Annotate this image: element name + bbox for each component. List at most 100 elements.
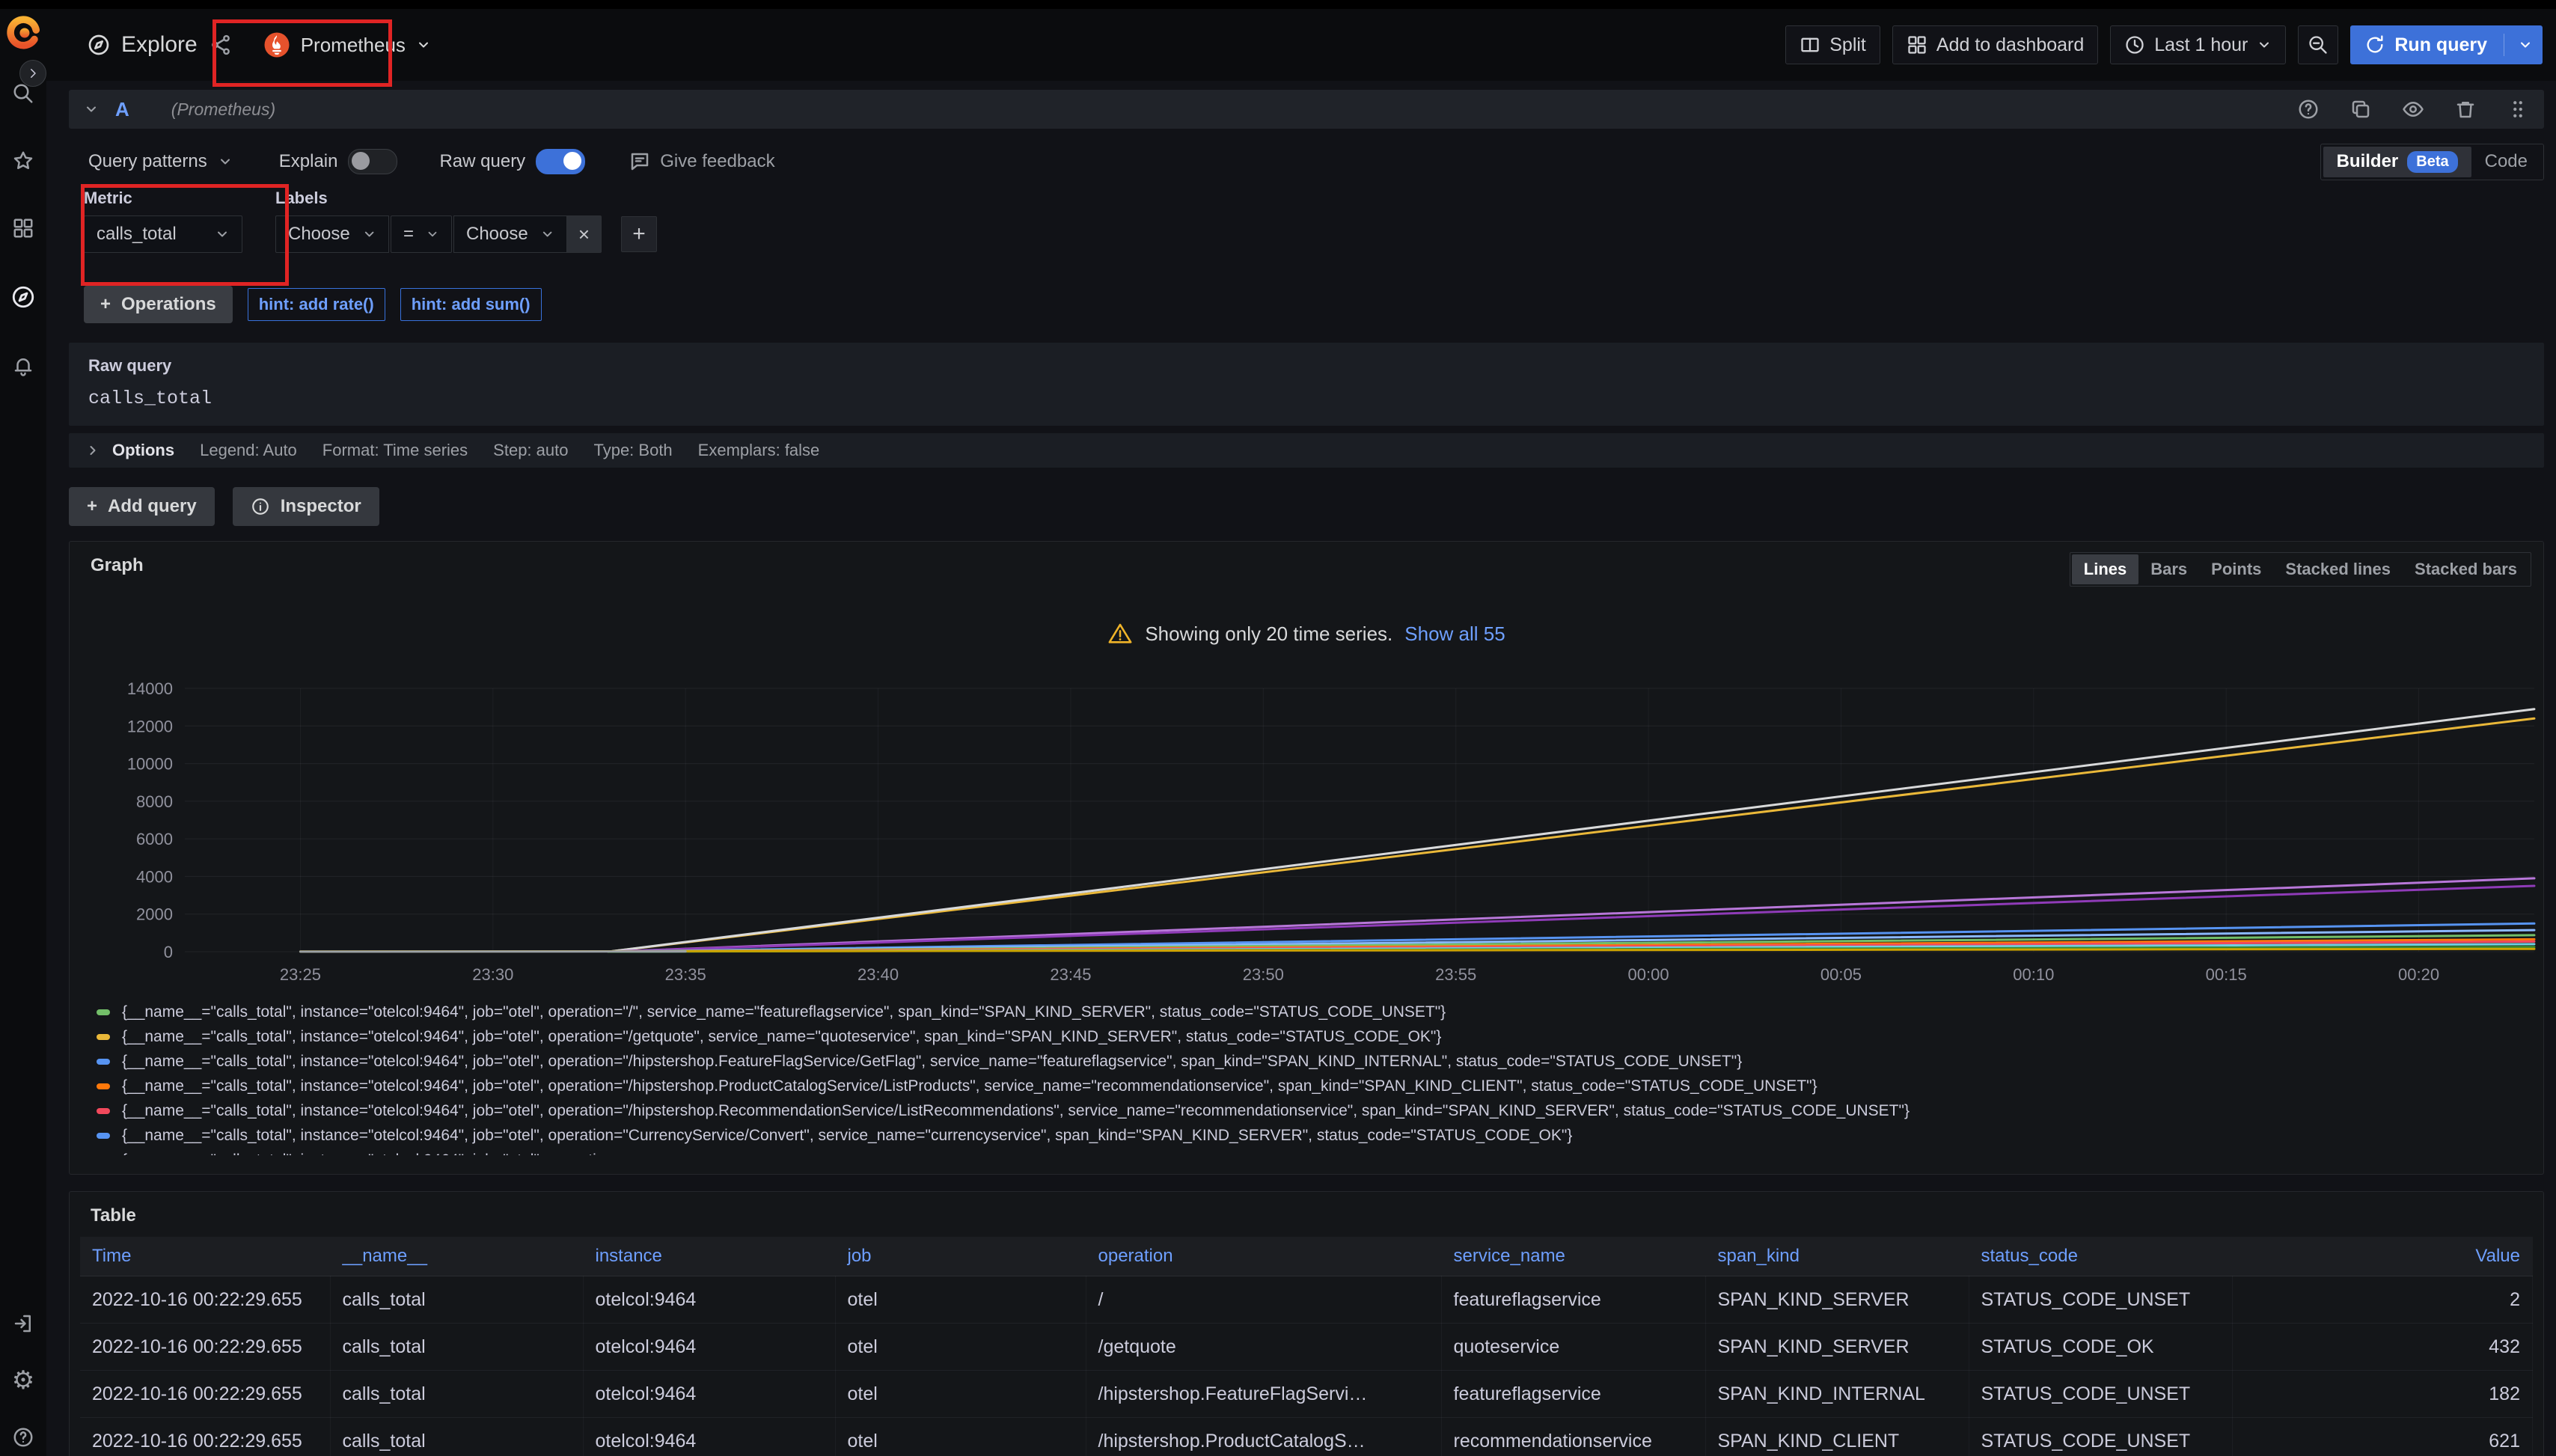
graph-mode-points[interactable]: Points <box>2199 554 2273 584</box>
query-row-header[interactable]: A (Prometheus) <box>69 90 2544 129</box>
label-key-select[interactable]: Choose <box>275 215 389 253</box>
table-cell: otelcol:9464 <box>583 1371 835 1418</box>
legend-item[interactable]: {__name__="calls_total", instance="otelc… <box>97 1074 2528 1098</box>
table-row[interactable]: 2022-10-16 00:22:29.655calls_totalotelco… <box>80 1276 2533 1324</box>
add-operation-button[interactable]: + Operations <box>84 286 233 323</box>
sidebar-apps-icon[interactable] <box>12 217 34 239</box>
run-query-label: Run query <box>2394 34 2487 56</box>
raw-query-label: Raw query <box>88 356 2525 376</box>
table-cell: /getquote <box>1086 1324 1441 1371</box>
sidebar-star-icon[interactable] <box>12 150 34 172</box>
table-header-row: Time__name__instancejoboperationservice_… <box>80 1237 2533 1276</box>
legend-item-clipped[interactable]: {__name__="calls_total", instance="otelc… <box>97 1148 2528 1155</box>
column-header-operation[interactable]: operation <box>1086 1237 1441 1276</box>
column-header-value[interactable]: Value <box>2232 1237 2533 1276</box>
inspector-label: Inspector <box>281 496 361 517</box>
add-query-label: Add query <box>108 496 197 517</box>
graph-mode-stacked-lines[interactable]: Stacked lines <box>2273 554 2403 584</box>
legend-item[interactable]: {__name__="calls_total", instance="otelc… <box>97 1098 2528 1123</box>
label-operator-select[interactable]: = <box>391 215 452 253</box>
drag-handle-icon[interactable] <box>2507 98 2529 120</box>
share-icon[interactable] <box>210 34 232 56</box>
time-range-picker[interactable]: Last 1 hour <box>2110 25 2286 64</box>
zoom-out-time-button[interactable] <box>2298 25 2338 64</box>
chevron-down-icon[interactable] <box>2518 37 2533 52</box>
sidebar-signin-icon[interactable] <box>12 1312 34 1335</box>
chevron-down-icon <box>426 227 439 242</box>
graph-mode-bars[interactable]: Bars <box>2138 554 2199 584</box>
datasource-picker[interactable]: Prometheus <box>253 25 441 64</box>
svg-text:00:05: 00:05 <box>1820 965 1862 984</box>
hide-query-icon[interactable] <box>2402 98 2424 120</box>
give-feedback-button[interactable]: Give feedback <box>624 150 779 174</box>
labels-field: Labels Choose = Choose × + <box>275 189 657 253</box>
tab-code[interactable]: Code <box>2471 147 2541 177</box>
column-header-span-kind[interactable]: span_kind <box>1705 1237 1969 1276</box>
table-cell: otel <box>835 1371 1086 1418</box>
legend-item[interactable]: {__name__="calls_total", instance="otelc… <box>97 1000 2528 1024</box>
add-query-button[interactable]: + Add query <box>69 487 215 526</box>
sidebar-nav <box>0 82 46 377</box>
raw-query-toggle[interactable] <box>536 149 585 174</box>
table-cell: 621 <box>2232 1418 2533 1456</box>
inspector-button[interactable]: Inspector <box>233 487 379 526</box>
graph-mode-lines[interactable]: Lines <box>2072 554 2138 584</box>
time-series-chart[interactable]: 0200040006000800010000120001400023:2523:… <box>88 681 2542 989</box>
remove-label-filter-button[interactable]: × <box>567 215 602 253</box>
column-header-instance[interactable]: instance <box>583 1237 835 1276</box>
legend-series-label: {__name__="calls_total", instance="otelc… <box>122 1003 1446 1021</box>
query-patterns-dropdown[interactable]: Query patterns <box>84 150 237 173</box>
run-query-button[interactable]: Run query <box>2350 25 2543 64</box>
legend-item[interactable]: {__name__="calls_total", instance="otelc… <box>97 1024 2528 1049</box>
sidebar-bell-icon[interactable] <box>12 355 34 377</box>
query-help-icon[interactable] <box>2297 98 2320 120</box>
legend-item[interactable]: {__name__="calls_total", instance="otelc… <box>97 1123 2528 1148</box>
collapse-chevron-icon[interactable] <box>84 102 99 117</box>
table-cell: calls_total <box>330 1418 583 1456</box>
legend-swatch-icon <box>97 1009 110 1015</box>
duplicate-query-icon[interactable] <box>2349 98 2372 120</box>
table-row[interactable]: 2022-10-16 00:22:29.655calls_totalotelco… <box>80 1371 2533 1418</box>
query-options-row[interactable]: Options Legend: AutoFormat: Time seriesS… <box>69 433 2544 468</box>
query-hint-button[interactable]: hint: add rate() <box>248 288 385 321</box>
svg-text:10000: 10000 <box>127 755 173 774</box>
sidebar-help-icon[interactable] <box>12 1426 34 1449</box>
grafana-logo[interactable] <box>6 15 40 49</box>
prometheus-logo-icon <box>263 31 290 58</box>
svg-text:8000: 8000 <box>136 792 173 811</box>
add-label-filter-button[interactable]: + <box>621 216 657 252</box>
svg-text:00:15: 00:15 <box>2206 965 2247 984</box>
label-value-select[interactable]: Choose <box>453 215 567 253</box>
column-header-service-name[interactable]: service_name <box>1441 1237 1705 1276</box>
sidebar-compass-icon[interactable] <box>10 284 36 310</box>
table-cell: otel <box>835 1418 1086 1456</box>
table-row[interactable]: 2022-10-16 00:22:29.655calls_totalotelco… <box>80 1418 2533 1456</box>
table-cell: 2022-10-16 00:22:29.655 <box>80 1276 330 1324</box>
sidebar-gear-icon[interactable]: ⚙ <box>12 1368 34 1393</box>
legend-item[interactable]: {__name__="calls_total", instance="otelc… <box>97 1049 2528 1074</box>
svg-text:23:25: 23:25 <box>280 965 321 984</box>
query-hint-button[interactable]: hint: add sum() <box>400 288 542 321</box>
chevron-down-icon <box>540 227 554 242</box>
split-button[interactable]: Split <box>1785 25 1880 64</box>
sidebar-expand-button[interactable] <box>19 60 46 87</box>
table-cell: otel <box>835 1324 1086 1371</box>
tab-builder[interactable]: Builder Beta <box>2323 147 2471 177</box>
show-all-series-link[interactable]: Show all 55 <box>1404 623 1505 646</box>
explore-content: A (Prometheus) Query patterns Explain Ra… <box>46 81 2556 1456</box>
add-to-dashboard-button[interactable]: Add to dashboard <box>1892 25 2098 64</box>
column-header-time[interactable]: Time <box>80 1237 330 1276</box>
table-row[interactable]: 2022-10-16 00:22:29.655calls_totalotelco… <box>80 1324 2533 1371</box>
table-cell: calls_total <box>330 1276 583 1324</box>
metric-select[interactable]: calls_total <box>84 215 242 253</box>
table-cell: 2022-10-16 00:22:29.655 <box>80 1324 330 1371</box>
table-cell: featureflagservice <box>1441 1371 1705 1418</box>
explain-toggle[interactable] <box>348 149 397 174</box>
metric-label: Metric <box>84 189 242 208</box>
delete-query-icon[interactable] <box>2454 98 2477 120</box>
column-header-status-code[interactable]: status_code <box>1969 1237 2232 1276</box>
graph-legend: {__name__="calls_total", instance="otelc… <box>97 1000 2528 1155</box>
graph-mode-stacked-bars[interactable]: Stacked bars <box>2403 554 2529 584</box>
column-header--name-[interactable]: __name__ <box>330 1237 583 1276</box>
column-header-job[interactable]: job <box>835 1237 1086 1276</box>
